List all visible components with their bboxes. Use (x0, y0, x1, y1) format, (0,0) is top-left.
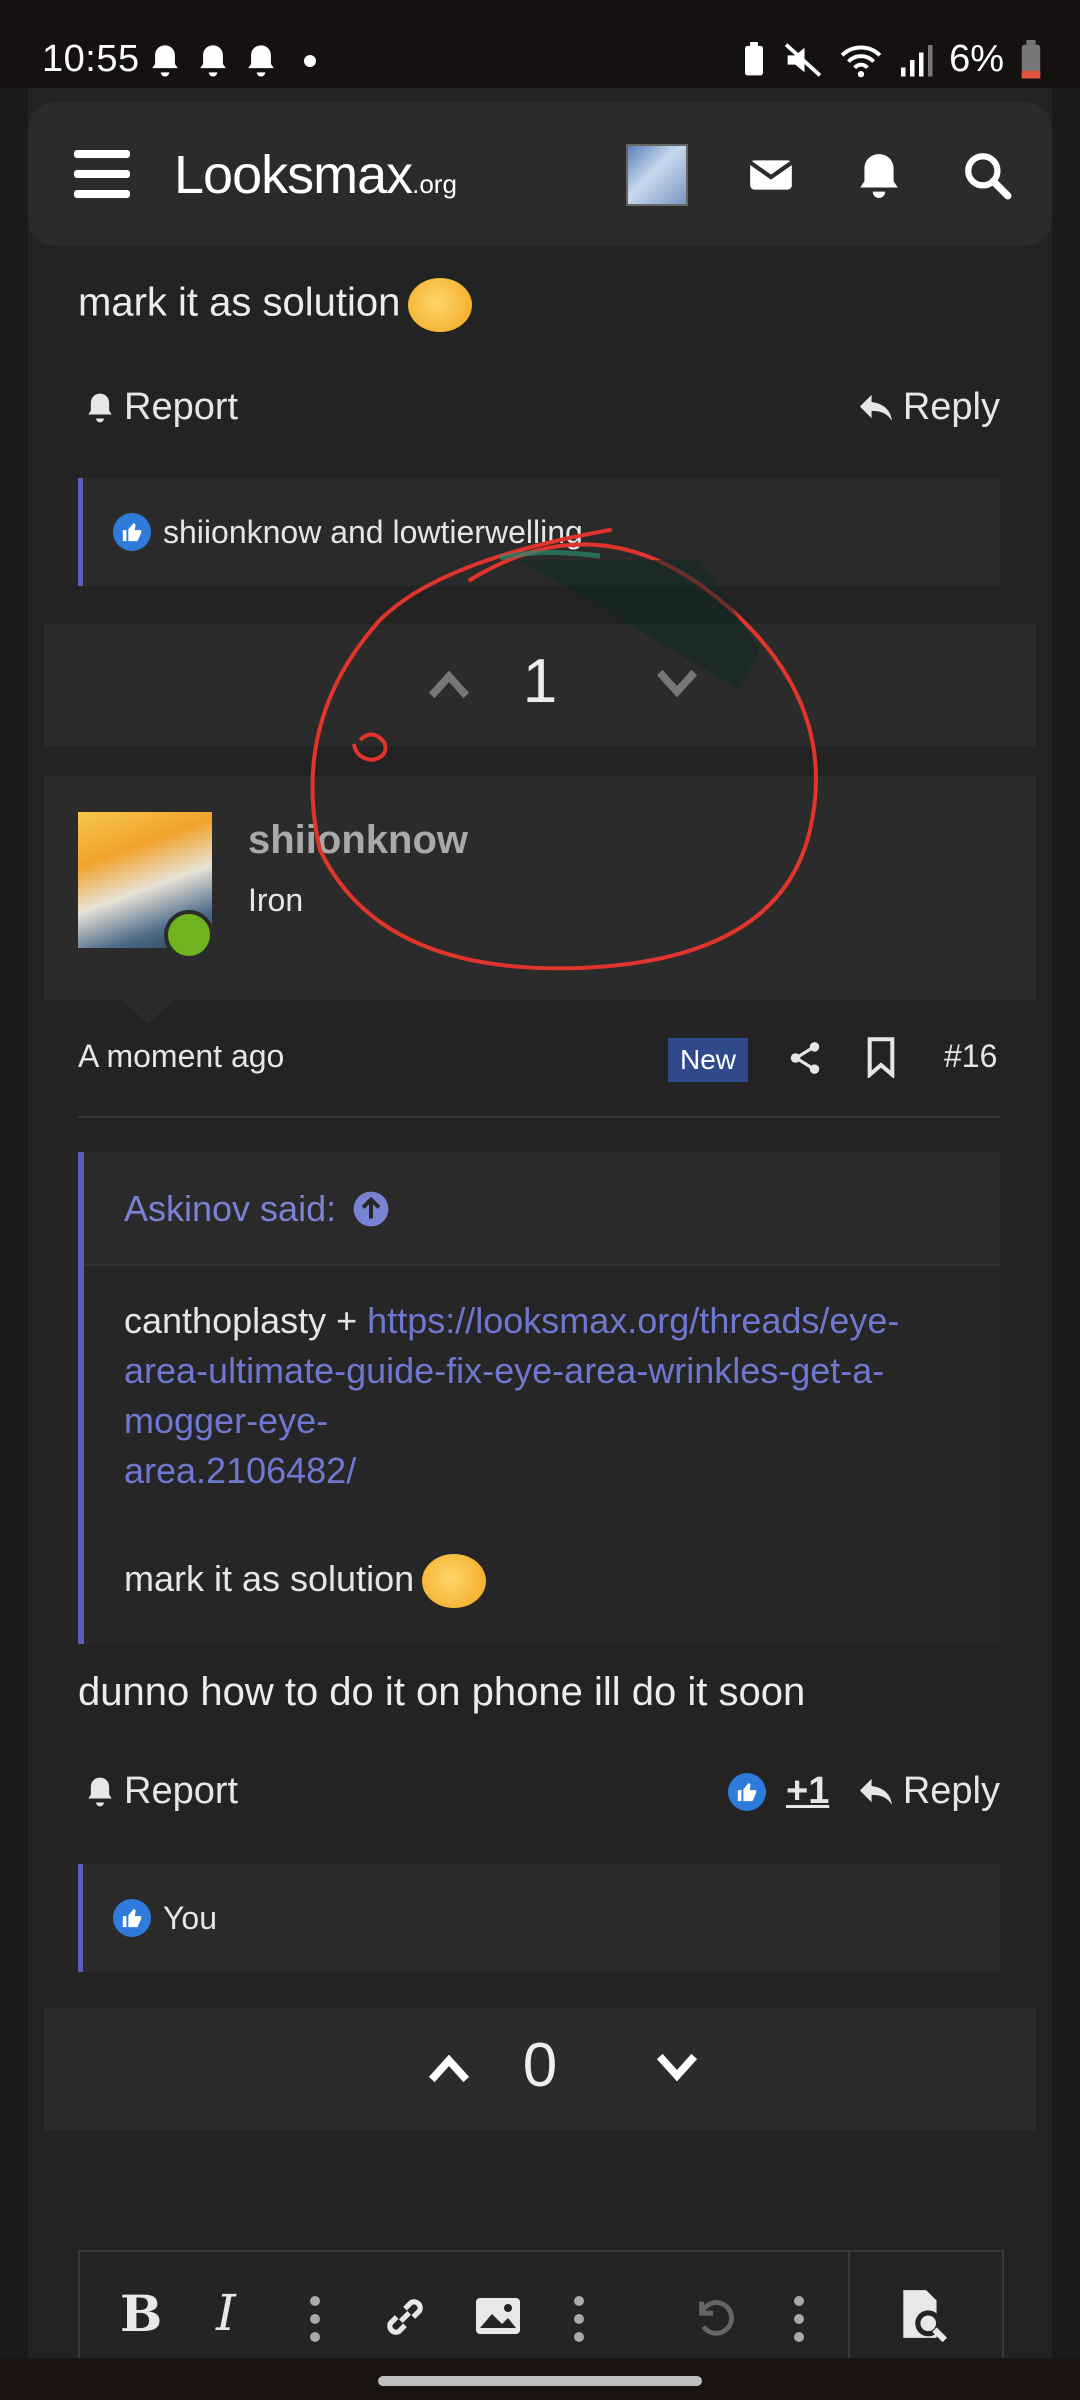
status-time: 10:55 (42, 38, 140, 80)
reactions-text: You (163, 1899, 217, 1936)
logo-text: Looksmax (174, 145, 413, 205)
mute-icon (784, 42, 822, 77)
thinking-emoji-icon (422, 1554, 487, 1609)
post-author-box: shiionknow Iron (44, 776, 1036, 1000)
notification-bell-icon (248, 45, 274, 77)
bell-icon (88, 1777, 112, 1806)
reply-icon (859, 1778, 892, 1805)
bookmark-icon[interactable] (864, 1036, 898, 1078)
status-notification-icons (148, 42, 316, 80)
arrow-up-circle-icon (353, 1191, 389, 1227)
reply-icon (859, 394, 892, 421)
menu-icon[interactable] (74, 150, 130, 198)
editor-toolbar: B I (78, 2250, 1004, 2362)
post-body-text: dunno how to do it on phone ill do it so… (78, 1670, 806, 1714)
search-icon[interactable] (962, 150, 1012, 200)
site-logo[interactable]: Looksmax.org (174, 144, 457, 206)
downvote-icon[interactable] (654, 664, 700, 704)
notification-bell-icon (200, 45, 226, 77)
more-options-icon[interactable] (308, 2296, 322, 2342)
quote-link-line[interactable]: area-ultimate-guide-fix-eye-area-wrinkle… (124, 1346, 964, 1396)
online-indicator (164, 910, 214, 960)
like-icon (728, 1772, 766, 1811)
toolbar-divider (848, 2252, 850, 2362)
mail-icon[interactable] (746, 150, 796, 200)
more-options-icon[interactable] (792, 2296, 806, 2342)
report-button[interactable]: Report (84, 1770, 238, 1813)
post-timestamp[interactable]: A moment ago (78, 1038, 284, 1075)
quote-body: canthoplasty + https://looksmax.org/thre… (124, 1296, 964, 1609)
status-right: 6% (741, 38, 1042, 81)
quote-author[interactable]: Askinov said: (124, 1188, 390, 1230)
quote-block: Askinov said: canthoplasty + https://loo… (78, 1152, 1000, 1644)
status-bar: 10:55 6% (0, 0, 1080, 88)
site-header: Looksmax.org (28, 102, 1052, 246)
preview-icon[interactable] (894, 2288, 950, 2342)
wifi-icon (840, 45, 882, 77)
reactions-bar[interactable]: You (78, 1864, 1000, 1972)
pointer-caret (120, 998, 176, 1024)
post-number[interactable]: #16 (944, 1038, 997, 1075)
image-icon[interactable] (474, 2294, 522, 2338)
home-gesture-handle[interactable] (378, 2376, 702, 2386)
more-options-icon[interactable] (572, 2296, 586, 2342)
user-title: Iron (248, 882, 304, 918)
thinking-emoji-icon (408, 278, 473, 332)
link-icon[interactable] (380, 2292, 430, 2342)
quote-suffix-text: mark it as solution (124, 1558, 415, 1599)
bold-icon[interactable]: B (120, 2284, 162, 2343)
bell-icon[interactable] (854, 150, 904, 200)
vote-box: 0 (44, 2008, 1036, 2130)
account-avatar[interactable] (626, 144, 688, 206)
dot-icon (304, 55, 316, 67)
quote-link-line[interactable]: area.2106482/ (124, 1446, 964, 1496)
prev-vote-box: 1 (44, 624, 1036, 746)
new-badge: New (668, 1038, 749, 1082)
bell-icon (88, 393, 112, 422)
like-icon (113, 513, 151, 551)
like-icon (113, 1899, 151, 1937)
quote-link-line[interactable]: mogger-eye- (124, 1396, 964, 1446)
battery-icon (1021, 39, 1041, 78)
prev-reply-button[interactable]: Reply (857, 386, 1000, 429)
vote-count: 1 (522, 647, 558, 716)
vote-count: 0 (522, 2031, 558, 2100)
undo-icon[interactable] (692, 2294, 738, 2340)
signal-icon (901, 44, 933, 76)
reaction-count-button[interactable]: +1 (728, 1770, 829, 1813)
divider (78, 1116, 1000, 1118)
prev-report-button[interactable]: Report (84, 386, 238, 429)
battery-percent: 6% (949, 38, 1004, 80)
system-navigation-bar (0, 2358, 1080, 2400)
reactions-text: shiionknow and lowtierwelling (163, 513, 583, 550)
logo-suffix: .org (412, 169, 457, 199)
reply-button[interactable]: Reply (857, 1770, 1000, 1813)
username[interactable]: shiionknow (248, 818, 468, 863)
battery-saver-icon (745, 41, 764, 75)
quote-link[interactable]: https://looksmax.org/threads/eye- (367, 1300, 899, 1341)
notification-bell-icon (152, 45, 178, 77)
share-icon[interactable] (786, 1038, 824, 1078)
prev-post-text: mark it as solution (78, 278, 473, 332)
prev-reactions-bar[interactable]: shiionknow and lowtierwelling (78, 478, 1000, 586)
italic-icon[interactable]: I (216, 2284, 236, 2342)
quote-header[interactable]: Askinov said: (84, 1152, 1000, 1266)
downvote-icon[interactable] (654, 2048, 700, 2088)
